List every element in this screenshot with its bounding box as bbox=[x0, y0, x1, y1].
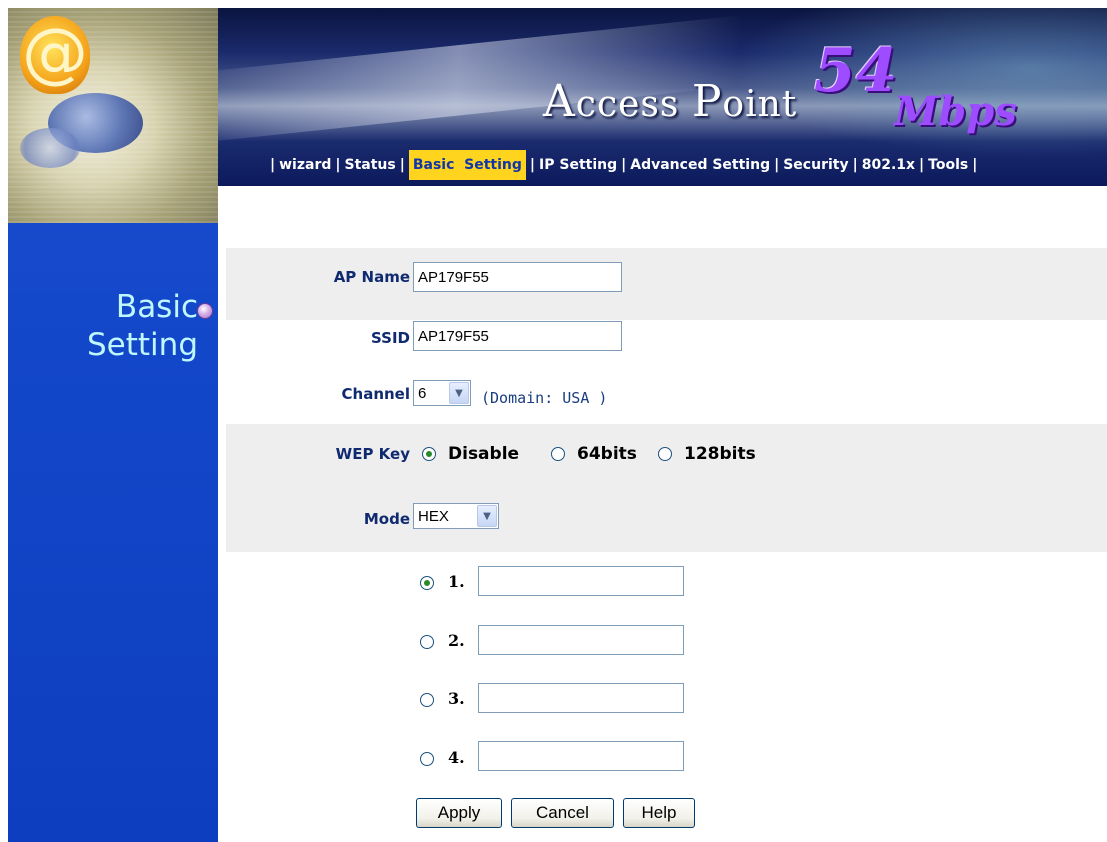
wep-key-label: WEP Key bbox=[335, 445, 410, 463]
ap-name-input[interactable] bbox=[413, 262, 622, 292]
key-4-radio[interactable] bbox=[420, 752, 434, 766]
apply-button[interactable]: Apply bbox=[416, 798, 502, 828]
wep-64bits-label[interactable]: 64bits bbox=[577, 444, 637, 464]
channel-select-value: 6 bbox=[418, 384, 427, 402]
key-3-radio[interactable] bbox=[420, 693, 434, 707]
key-3-input[interactable] bbox=[478, 683, 684, 713]
channel-domain-note: (Domain: USA ) bbox=[481, 389, 608, 407]
ap-name-label: AP Name bbox=[333, 268, 410, 286]
channel-select[interactable]: 6 ▼ bbox=[413, 380, 471, 406]
wep-disable-label[interactable]: Disable bbox=[448, 444, 519, 464]
ssid-input[interactable] bbox=[413, 321, 622, 351]
chevron-down-icon[interactable]: ▼ bbox=[477, 505, 497, 527]
key-1-input[interactable] bbox=[478, 566, 684, 596]
mode-select-value: HEX bbox=[418, 507, 449, 525]
wep-128bits-radio[interactable] bbox=[658, 447, 672, 461]
globe-graphic-small bbox=[20, 128, 80, 168]
mode-label: Mode bbox=[363, 510, 410, 528]
key-1-radio[interactable] bbox=[420, 576, 434, 590]
sidebar-header-image: @ bbox=[8, 8, 218, 223]
sidebar: @ Basic Setting bbox=[8, 8, 218, 842]
key-4-label: 4. bbox=[448, 748, 465, 767]
key-2-radio[interactable] bbox=[420, 635, 434, 649]
sidebar-title-line1: Basic bbox=[115, 289, 198, 325]
chevron-down-icon[interactable]: ▼ bbox=[449, 382, 469, 404]
sidebar-section-title: Basic Setting bbox=[68, 288, 198, 364]
channel-label: Channel bbox=[341, 385, 410, 403]
at-sign-logo-icon: @ bbox=[20, 16, 90, 94]
ssid-label: SSID bbox=[371, 329, 410, 347]
help-button[interactable]: Help bbox=[623, 798, 695, 828]
sidebar-title-line2: Setting bbox=[87, 327, 198, 363]
wep-64bits-radio[interactable] bbox=[551, 447, 565, 461]
key-4-input[interactable] bbox=[478, 741, 684, 771]
key-3-label: 3. bbox=[448, 689, 465, 708]
form-band-wep bbox=[226, 424, 1107, 552]
mode-select[interactable]: HEX ▼ bbox=[413, 503, 499, 529]
key-1-label: 1. bbox=[448, 572, 465, 591]
bullet-circle-icon bbox=[197, 303, 213, 319]
basic-setting-form: AP Name SSID Channel 6 ▼ (Domain: USA ) … bbox=[226, 0, 1107, 842]
wep-128bits-label[interactable]: 128bits bbox=[684, 444, 756, 464]
cancel-button[interactable]: Cancel bbox=[511, 798, 614, 828]
wep-disable-radio[interactable] bbox=[422, 447, 436, 461]
key-2-label: 2. bbox=[448, 631, 465, 650]
key-2-input[interactable] bbox=[478, 625, 684, 655]
